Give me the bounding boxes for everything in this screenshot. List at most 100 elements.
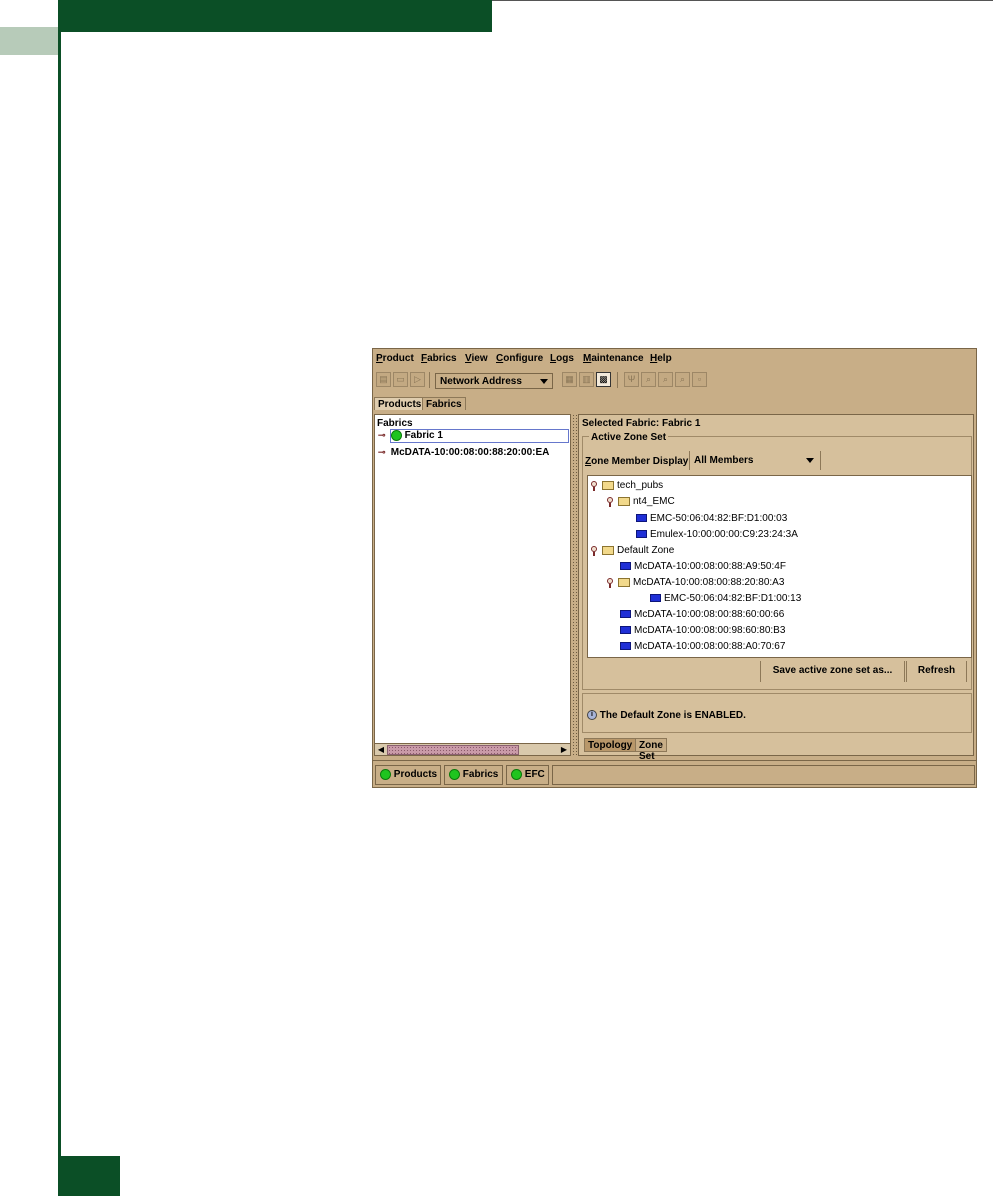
- page-top-rule: [492, 0, 993, 1]
- toolbar: ▤ ▭ ▷ Network Address ▦ ▥ ▩ Ψ ⌕ ⌕ ⌕ ▫: [373, 370, 976, 390]
- menu-logs[interactable]: Logs: [550, 353, 574, 364]
- status-efc[interactable]: EFC: [506, 765, 549, 785]
- menu-maintenance[interactable]: Maintenance: [583, 353, 644, 364]
- zone-default[interactable]: Default Zone: [590, 545, 674, 558]
- zone-tech-pubs[interactable]: tech_pubs: [590, 480, 663, 493]
- info-icon: i: [587, 710, 597, 721]
- status-fabrics[interactable]: Fabrics: [444, 765, 503, 785]
- zone-member[interactable]: McDATA-10:00:08:00:88:60:00:66: [620, 609, 784, 622]
- folder-icon: [602, 545, 614, 555]
- chevron-down-icon: [806, 458, 814, 463]
- zone-member-display-select[interactable]: All Members: [689, 451, 821, 470]
- tree-item-fabric-1[interactable]: ⊸ Fabric 1: [378, 430, 443, 443]
- scroll-right-icon[interactable]: ▶: [559, 745, 569, 754]
- properties-icon[interactable]: ▩: [596, 372, 611, 387]
- zone-member[interactable]: McDATA-10:00:08:00:88:A9:50:4F: [620, 561, 786, 574]
- zone-member[interactable]: EMC-50:06:04:82:BF:D1:00:03: [636, 513, 787, 526]
- menu-help[interactable]: Help: [650, 353, 672, 364]
- port-member-icon: [620, 610, 631, 619]
- zone-member[interactable]: EMC-50:06:04:82:BF:D1:00:13: [650, 593, 801, 606]
- menu-fabrics[interactable]: Fabrics: [421, 353, 457, 364]
- status-ok-icon: [380, 768, 391, 780]
- save-icon[interactable]: ▦: [562, 372, 577, 387]
- status-message: i The Default Zone is ENABLED.: [587, 710, 746, 721]
- zone-tree: tech_pubs nt4_EMC EMC-50:06:04:82:BF:D1:…: [587, 475, 972, 658]
- reset-icon[interactable]: ▫: [692, 372, 707, 387]
- zone-set-panel: Selected Fabric: Fabric 1 Active Zone Se…: [578, 414, 974, 762]
- zoom-fit-icon[interactable]: ⌕: [675, 372, 690, 387]
- efc-manager-window: Product Fabrics View Configure Logs Main…: [372, 348, 977, 788]
- address-combo[interactable]: Network Address: [435, 373, 553, 389]
- status-products[interactable]: Products: [375, 765, 441, 785]
- tree-toggle-icon[interactable]: [590, 480, 599, 491]
- folder-icon: [602, 480, 614, 490]
- zone-label: tech_pubs: [617, 480, 664, 491]
- menu-configure[interactable]: Configure: [496, 353, 543, 364]
- tree-expand-icon[interactable]: ⊸: [378, 430, 388, 441]
- new-icon[interactable]: ▤: [376, 372, 391, 387]
- status-fabrics-label: Fabrics: [462, 769, 499, 780]
- horizontal-scrollbar[interactable]: ◀ ▶: [375, 743, 570, 755]
- zoom-in-icon[interactable]: ⌕: [641, 372, 656, 387]
- tab-zone-set[interactable]: Zone Set: [635, 738, 667, 762]
- tab-topology[interactable]: Topology: [584, 738, 637, 752]
- open-icon[interactable]: ▭: [393, 372, 408, 387]
- page-tab-marker: [0, 27, 58, 55]
- toolbar-separator: [429, 372, 430, 388]
- member-label: McDATA-10:00:08:00:98:60:80:B3: [634, 625, 786, 636]
- tree-toggle-icon[interactable]: [606, 496, 615, 507]
- menu-view[interactable]: View: [465, 353, 488, 364]
- delete-icon[interactable]: ▥: [579, 372, 594, 387]
- zone-member-display-label: Zone Member Display: [585, 456, 689, 467]
- tab-fabrics[interactable]: Fabrics: [422, 397, 466, 410]
- status-message-text: The Default Zone is ENABLED.: [599, 710, 746, 721]
- page-footer-block: [58, 1156, 120, 1196]
- status-bar-spacer: [552, 765, 975, 785]
- export-icon[interactable]: ▷: [410, 372, 425, 387]
- tree-toggle-icon[interactable]: [590, 545, 599, 556]
- page-header-bar: [58, 0, 492, 32]
- zoom-out-icon[interactable]: ⌕: [658, 372, 673, 387]
- folder-icon: [618, 496, 630, 506]
- port-member-icon: [636, 530, 647, 539]
- toolbar-separator: [617, 372, 618, 388]
- active-zone-set-title: Active Zone Set: [589, 432, 669, 443]
- zone-mcdata-subzone[interactable]: McDATA-10:00:08:00:88:20:80:A3: [606, 577, 784, 590]
- status-ok-icon: [449, 768, 460, 780]
- member-label: McDATA-10:00:08:00:88:60:00:66: [634, 609, 785, 620]
- member-label: McDATA-10:00:08:00:88:A0:70:67: [634, 641, 786, 652]
- scrollbar-thumb[interactable]: [387, 745, 519, 755]
- tab-products[interactable]: Products: [374, 397, 426, 410]
- port-member-icon: [650, 594, 661, 603]
- zone-member[interactable]: McDATA-10:00:08:00:88:A0:70:67: [620, 641, 785, 654]
- folder-icon: [618, 577, 630, 587]
- port-member-icon: [620, 626, 631, 635]
- tree-toggle-icon[interactable]: [606, 577, 615, 588]
- refresh-button[interactable]: Refresh: [906, 661, 967, 682]
- port-member-icon: [620, 562, 631, 571]
- save-active-zone-set-button[interactable]: Save active zone set as...: [760, 661, 905, 682]
- zone-nt4-emc[interactable]: nt4_EMC: [606, 496, 675, 509]
- fabric-status-icon: [390, 430, 402, 441]
- member-label: Emulex-10:00:00:00:C9:23:24:3A: [650, 529, 798, 540]
- selected-fabric-title: Selected Fabric: Fabric 1: [582, 418, 701, 429]
- tree-item-mcdata-switch[interactable]: ⊸ McDATA-10:00:08:00:88:20:00:EA: [378, 447, 549, 460]
- page-left-rule: [58, 0, 61, 1196]
- port-member-icon: [620, 642, 631, 651]
- member-label: EMC-50:06:04:82:BF:D1:00:13: [664, 593, 802, 604]
- address-combo-value: Network Address: [440, 376, 522, 387]
- chevron-down-icon: [540, 379, 548, 384]
- tree-item-label: Fabric 1: [404, 430, 443, 442]
- fabrics-tree-panel: Fabrics ⊸ Fabric 1 ⊸ McDATA-10:00:08:00:…: [374, 414, 571, 756]
- tree-expand-icon[interactable]: ⊸: [378, 447, 388, 458]
- pane-splitter[interactable]: [572, 414, 577, 756]
- topology-icon[interactable]: Ψ: [624, 372, 639, 387]
- status-ok-icon: [511, 768, 522, 780]
- status-message-box: i The Default Zone is ENABLED.: [582, 693, 972, 733]
- zone-member[interactable]: McDATA-10:00:08:00:98:60:80:B3: [620, 625, 785, 638]
- zone-member[interactable]: Emulex-10:00:00:00:C9:23:24:3A: [636, 529, 798, 542]
- zone-label: nt4_EMC: [633, 496, 675, 507]
- port-member-icon: [636, 514, 647, 523]
- scroll-left-icon[interactable]: ◀: [376, 745, 386, 754]
- menu-product[interactable]: Product: [376, 353, 414, 364]
